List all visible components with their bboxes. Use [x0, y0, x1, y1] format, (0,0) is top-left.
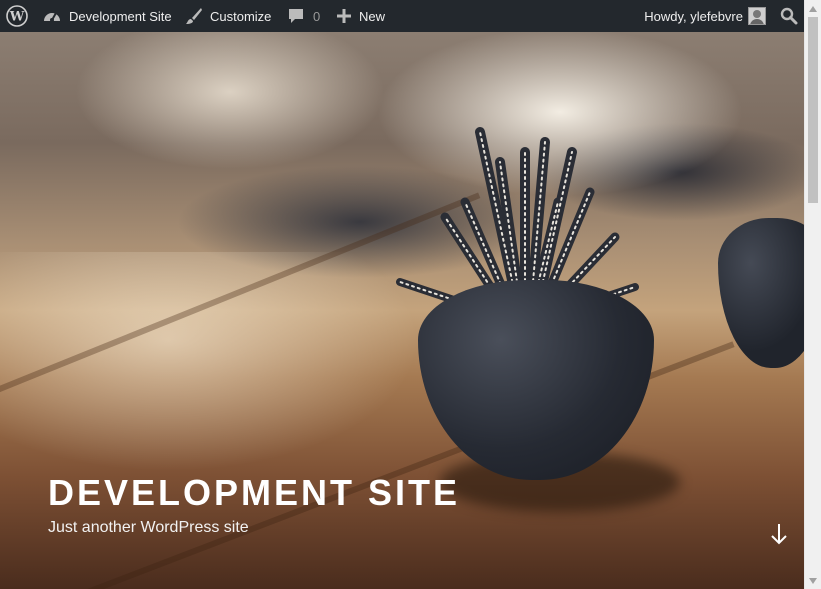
comments-link[interactable]: 0	[287, 0, 320, 32]
admin-bar: W Development Site Customize 0 New Howdy…	[0, 0, 804, 32]
wordpress-logo-menu[interactable]: W	[6, 0, 28, 32]
customize-label: Customize	[210, 8, 272, 24]
site-name-label: Development Site	[69, 8, 172, 24]
customize-link[interactable]: Customize	[185, 0, 271, 32]
plus-icon	[337, 9, 351, 23]
comments-count: 0	[313, 8, 321, 24]
site-title[interactable]: DEVELOPMENT SITE	[48, 472, 460, 514]
new-content-menu[interactable]: New	[336, 0, 385, 32]
vertical-scrollbar[interactable]	[804, 0, 821, 589]
avatar	[748, 7, 766, 25]
paintbrush-icon	[186, 8, 202, 24]
admin-bar-search-button[interactable]	[780, 0, 798, 32]
scrollbar-thumb[interactable]	[808, 17, 818, 203]
scrollbar-up-button[interactable]	[805, 0, 821, 17]
site-name-menu[interactable]: Development Site	[42, 0, 172, 32]
dashboard-icon	[44, 12, 60, 22]
scroll-down-button[interactable]	[770, 522, 788, 546]
new-label: New	[359, 8, 386, 24]
arrow-down-icon	[771, 524, 787, 545]
scrollbar-down-button[interactable]	[805, 572, 821, 589]
triangle-down-icon	[809, 577, 817, 584]
search-icon	[780, 7, 798, 25]
svg-text:W: W	[9, 10, 25, 25]
site-tagline: Just another WordPress site	[48, 519, 249, 536]
my-account-menu[interactable]: Howdy, ylefebvre	[644, 0, 766, 32]
wordpress-logo-icon: W	[6, 5, 28, 27]
howdy-label: Howdy, ylefebvre	[644, 8, 743, 24]
custom-header: DEVELOPMENT SITE Just another WordPress …	[0, 32, 804, 589]
triangle-up-icon	[809, 5, 817, 12]
comment-bubble-icon	[289, 9, 303, 23]
